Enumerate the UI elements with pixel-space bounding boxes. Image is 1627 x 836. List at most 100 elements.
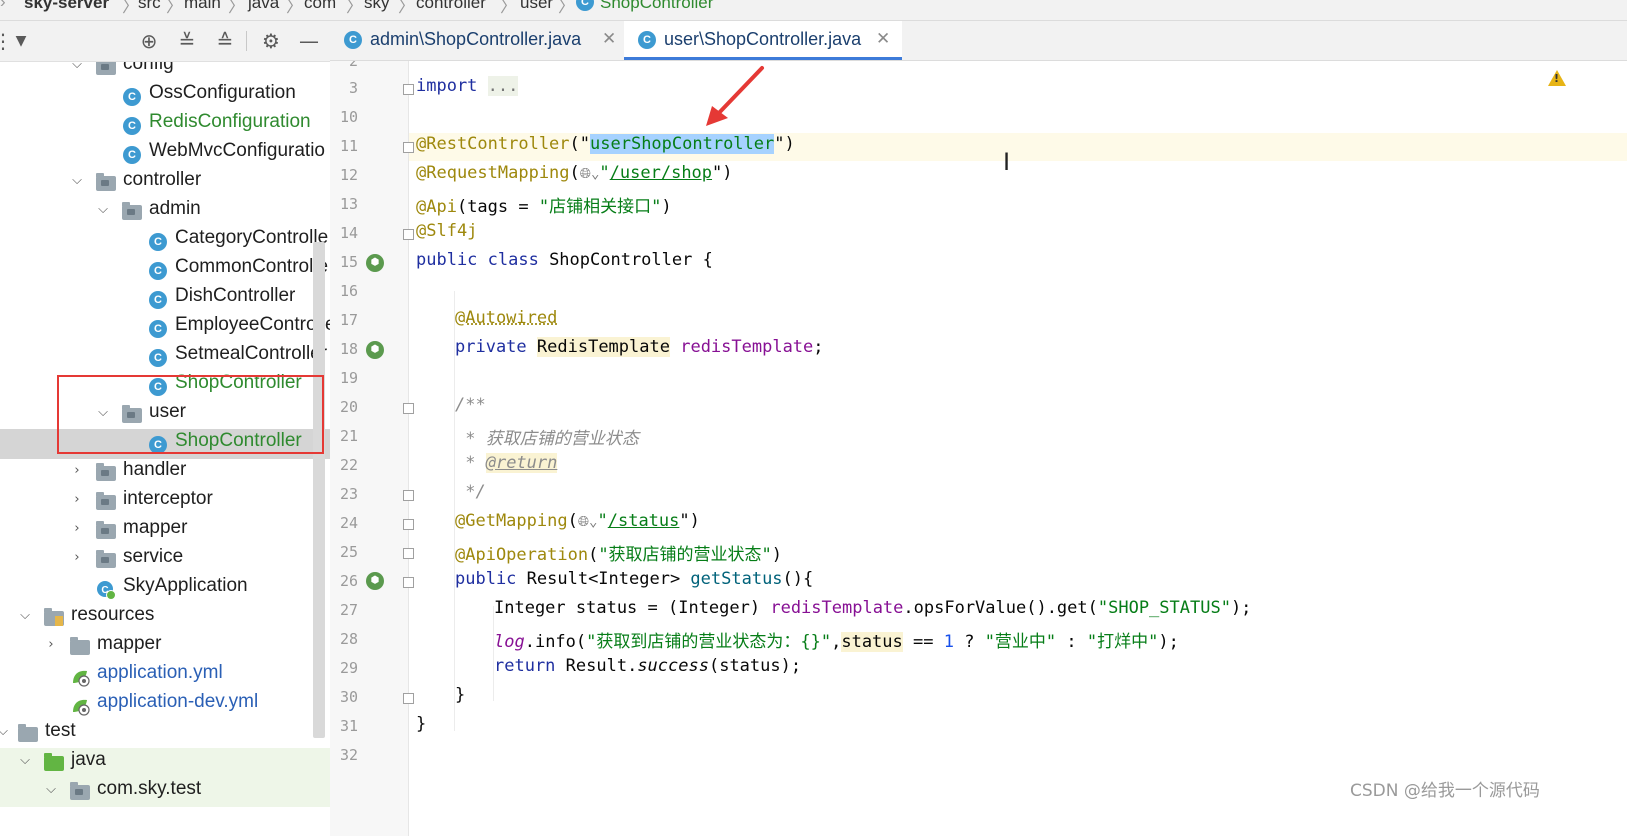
tree-item-redisconfiguration[interactable]: C RedisConfiguration [0,110,340,140]
breadcrumb-separator: 〉 [558,0,575,16]
chevron-down-icon[interactable]: ⌵ [96,203,110,217]
tree-item-controller[interactable]: ⌵ controller [0,168,340,198]
line-number: 22 [339,456,358,474]
collapse-all-icon[interactable]: ≙ [212,28,238,54]
fold-icon[interactable] [403,548,414,559]
breadcrumb-item-controller[interactable]: controller [416,0,486,13]
tree-item-handler[interactable]: › handler [0,458,340,488]
code-token: , [831,632,842,652]
chevron-right-icon[interactable]: › [70,493,84,507]
close-icon[interactable]: ✕ [876,29,890,49]
spring-app-icon: C [97,581,116,600]
chevron-right-icon[interactable]: › [70,464,84,478]
locate-icon[interactable]: ⊕ [136,28,162,54]
tree-item-test[interactable]: ⌵ test [0,719,340,749]
code-token[interactable]: /user/shop [610,163,712,183]
tree-item-employeecontroller[interactable]: C EmployeeControlle [0,313,340,343]
code-token[interactable]: /status [608,511,680,531]
fold-icon[interactable] [403,142,414,153]
tree-item-ossconfiguration[interactable]: C OssConfiguration [0,81,340,111]
code-token: @Api [416,197,457,217]
chevron-down-icon[interactable]: ⌵ [70,62,84,72]
tree-item-admin[interactable]: ⌵ admin [0,197,340,227]
autowired-bean-icon[interactable]: ⬢ [366,341,384,359]
breadcrumb-item-sky-server[interactable]: sky-server [24,0,109,13]
code-token: ") [712,163,733,183]
endpoint-icon[interactable]: ⬢ [366,572,384,590]
chevron-down-icon[interactable]: ⌵ [44,783,58,797]
globe-icon[interactable]: 🌐︎⌄ [580,166,600,182]
bean-icon[interactable]: ⬢ [366,254,384,272]
class-icon: C [149,320,167,338]
tree-item-application-dev-yml[interactable]: application-dev.yml [0,690,340,720]
globe-icon[interactable]: 🌐︎⌄ [578,514,598,530]
code-token: private [455,337,527,357]
code-line: @Api(tags = "店铺相关接口") [416,192,672,217]
fold-icon[interactable] [403,519,414,530]
toolbar-divider [246,31,247,51]
fold-icon[interactable] [403,693,414,704]
tab-user-shopcontroller[interactable]: C user\ShopController.java ✕ [624,21,902,60]
code-token: redisTemplate [680,337,814,357]
tree-item-skyapplication[interactable]: C SkyApplication [0,574,340,604]
tree-item-resources-mapper[interactable]: › mapper [0,632,340,662]
chevron-right-icon[interactable]: › [70,551,84,565]
tab-label: user\ShopController.java [664,29,862,49]
fold-icon[interactable] [403,490,414,501]
chevron-down-icon[interactable]: ⌵ [18,609,32,623]
tree-scrollbar[interactable] [313,242,325,738]
tree-item-config[interactable]: ⌵ config [0,62,340,82]
fold-icon[interactable] [403,229,414,240]
tree-item-interceptor[interactable]: › interceptor [0,487,340,517]
tree-item-service[interactable]: › service [0,545,340,575]
project-toolbar: ⋮ ▼ ⊕ ≚ ≙ ⚙ — [0,21,340,62]
chevron-down-icon[interactable]: ⌵ [70,174,84,188]
breadcrumb-separator: 〉 [228,0,245,16]
code-token: : [1056,632,1087,652]
watermark: CSDN @给我一个源代码 [1350,781,1540,801]
code-token: redisTemplate [770,598,904,618]
fold-icon[interactable] [403,403,414,414]
editor-gutter: 2 3 10 11 12 13 14 15 16 17 18 19 20 21 … [330,61,414,836]
expand-all-icon[interactable]: ≚ [174,28,200,54]
tree-item-label: application-dev.yml [97,691,259,712]
code-editor[interactable]: 2 3 10 11 12 13 14 15 16 17 18 19 20 21 … [330,61,1627,836]
breadcrumb-item-com[interactable]: com [304,0,336,13]
breadcrumb-item-src[interactable]: src [138,0,161,13]
tree-item-com-sky-test[interactable]: ⌵ com.sky.test [0,777,340,807]
hide-icon[interactable]: — [296,28,322,54]
close-icon[interactable]: ✕ [602,29,616,49]
chevron-down-icon[interactable]: ⌵ [18,754,32,768]
breadcrumb-item-user[interactable]: user [520,0,553,13]
chevron-down-icon[interactable]: ▼ [8,28,34,54]
class-icon: C [149,262,167,280]
breadcrumb-item-main[interactable]: main [184,0,221,13]
tree-item-webmvcconfiguration[interactable]: C WebMvcConfiguratio [0,139,340,169]
breadcrumb-item-java[interactable]: java [248,0,279,13]
line-number: 21 [339,427,358,445]
breadcrumb-item-shopcontroller[interactable]: ShopController [600,0,713,13]
tree-item-mapper[interactable]: › mapper [0,516,340,546]
tree-item-categorycontroller[interactable]: C CategoryControlle [0,226,340,256]
code-line: * @return [455,453,558,473]
tree-item-label: controller [123,169,202,190]
code-token: log [494,632,525,652]
line-number: 3 [348,79,358,97]
gear-icon[interactable]: ⚙ [258,28,284,54]
breadcrumb-item-sky[interactable]: sky [364,0,390,13]
tree-item-application-yml[interactable]: application.yml [0,661,340,691]
chevron-right-icon[interactable]: › [70,522,84,536]
selected-text[interactable]: userShopController [590,134,775,154]
tree-item-resources[interactable]: ⌵ resources [0,603,340,633]
tree-item-test-java[interactable]: ⌵ java [0,748,340,778]
tree-item-setmealcontroller[interactable]: C SetmealController [0,342,340,372]
fold-icon[interactable] [403,84,414,95]
tab-admin-shopcontroller[interactable]: C admin\ShopController.java ✕ [330,21,622,60]
code-line: private RedisTemplate redisTemplate; [455,337,824,357]
tree-item-dishcontroller[interactable]: C DishController [0,284,340,314]
fold-icon[interactable] [403,577,414,588]
chevron-down-icon[interactable]: ⌵ [0,725,10,739]
chevron-right-icon[interactable]: › [44,638,58,652]
tree-item-commoncontroller[interactable]: C CommonControlle [0,255,340,285]
folded-imports[interactable]: ... [487,76,519,96]
